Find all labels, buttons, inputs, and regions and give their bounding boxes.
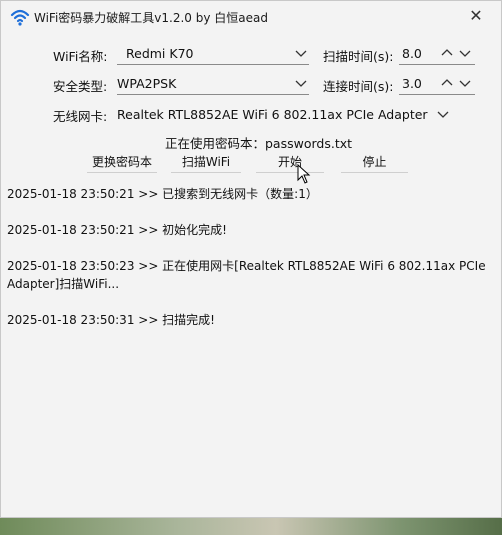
log-output[interactable]: 2025-01-18 23:50:21 >> 已搜索到无线网卡（数量:1） 20… [7,185,497,347]
chevron-down-icon [295,80,307,87]
connect-time-value: 3.0 [402,76,422,91]
scan-time-label: 扫描时间(s): [323,49,394,64]
chevron-down-icon [295,50,307,57]
stop-button[interactable]: 停止 [341,153,408,173]
scan-time-spinbox[interactable]: 8.0 [399,43,475,65]
log-entry: 2025-01-18 23:50:21 >> 初始化完成! [7,223,227,237]
current-dictionary: 正在使用密码本：passwords.txt [165,136,353,151]
window-title: WiFi密码暴力破解工具v1.2.0 by 白恒aead [34,11,268,25]
wifi-name-select[interactable]: Redmi K70 [117,43,309,65]
chevron-down-icon [437,111,449,118]
adapter-select[interactable]: Realtek RTL8852AE WiFi 6 802.11ax PCIe A… [117,105,457,125]
wifi-name-value: Redmi K70 [126,46,194,61]
security-type-select[interactable]: WPA2PSK [117,73,309,95]
chevron-up-icon[interactable] [441,78,453,88]
start-button[interactable]: 开始 [256,153,324,173]
adapter-value: Realtek RTL8852AE WiFi 6 802.11ax PCIe A… [117,107,428,122]
connect-time-label: 连接时间(s): [323,79,394,94]
scan-wifi-button[interactable]: 扫描WiFi [171,153,241,173]
adapter-label: 无线网卡: [53,109,108,124]
wifi-icon [10,9,30,26]
log-entry: 2025-01-18 23:50:21 >> 已搜索到无线网卡（数量:1） [7,187,318,201]
mouse-cursor-icon [297,164,311,184]
log-entry: 2025-01-18 23:50:31 >> 扫描完成! [7,313,215,327]
scan-time-value: 8.0 [402,46,422,61]
title-bar[interactable]: WiFi密码暴力破解工具v1.2.0 by 白恒aead ✕ [1,1,501,33]
connect-time-spinbox[interactable]: 3.0 [399,73,475,95]
change-dictionary-button[interactable]: 更换密码本 [87,153,157,173]
security-type-label: 安全类型: [53,79,108,94]
close-icon[interactable]: ✕ [465,5,487,27]
chevron-down-icon[interactable] [459,48,471,58]
security-type-value: WPA2PSK [117,76,177,91]
wifi-name-label: WiFi名称: [53,49,108,64]
desktop-background [0,518,502,535]
chevron-up-icon[interactable] [441,48,453,58]
app-window: WiFi密码暴力破解工具v1.2.0 by 白恒aead ✕ WiFi名称: R… [0,0,502,518]
log-entry: 2025-01-18 23:50:23 >> 正在使用网卡[Realtek RT… [7,259,486,291]
chevron-down-icon[interactable] [459,78,471,88]
